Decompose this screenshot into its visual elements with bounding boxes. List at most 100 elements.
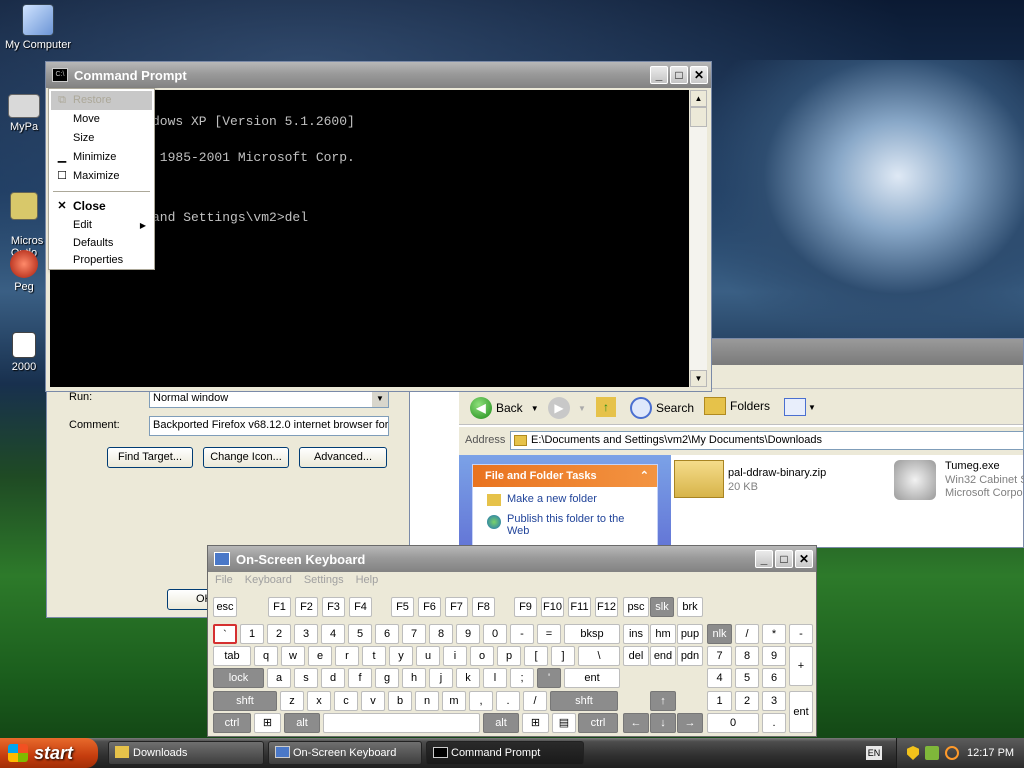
scroll-down-icon[interactable]: ▼ [690, 370, 707, 387]
osk-key[interactable]: alt [483, 713, 519, 733]
find-target-button[interactable]: Find Target... [107, 447, 193, 468]
security-shield-icon[interactable] [907, 746, 919, 760]
osk-key[interactable]: * [762, 624, 786, 644]
osk-key[interactable]: o [470, 646, 494, 666]
osk-key[interactable]: . [496, 691, 520, 711]
osk-key[interactable]: pdn [677, 646, 703, 666]
dropdown-arrow-icon[interactable]: ▼ [372, 390, 388, 407]
osk-titlebar[interactable]: On-Screen Keyboard _ □ ✕ [208, 546, 816, 572]
osk-key[interactable]: t [362, 646, 386, 666]
osk-key[interactable]: i [443, 646, 467, 666]
osk-key[interactable]: ⊞ [522, 713, 549, 733]
osk-key[interactable]: j [429, 668, 453, 688]
osk-key[interactable]: esc [213, 597, 237, 617]
osk-key[interactable]: 6 [762, 668, 786, 688]
scroll-thumb[interactable] [690, 107, 707, 127]
osk-key[interactable]: [ [524, 646, 548, 666]
osk-key[interactable]: brk [677, 597, 703, 617]
osk-key[interactable]: 7 [707, 646, 732, 666]
search-button[interactable]: Search [630, 397, 694, 419]
osk-key[interactable]: F1 [268, 597, 291, 617]
osk-key[interactable]: w [281, 646, 305, 666]
maximize-button[interactable]: □ [670, 66, 688, 84]
desktop-icon-my-computer[interactable]: My Computer [1, 4, 75, 51]
zip-file-name[interactable]: pal-ddraw-binary.zip [728, 467, 826, 479]
osk-key[interactable]: F11 [568, 597, 591, 617]
desktop-icon-outlook[interactable]: Micros Outlo [0, 168, 48, 259]
system-menu[interactable]: ⧉ Restore Move Size ▁ Minimize ☐ Maximize ✕… [48, 88, 155, 270]
osk-key[interactable]: shft [213, 691, 277, 711]
address-field[interactable]: E:\Documents and Settings\vm2\My Documen… [510, 431, 1024, 450]
osk-key[interactable]: 0 [707, 713, 759, 733]
osk-key[interactable]: 1 [707, 691, 732, 711]
osk-key[interactable]: ⊞ [254, 713, 281, 733]
osk-key[interactable]: k [456, 668, 480, 688]
advanced-button[interactable]: Advanced... [299, 447, 387, 468]
osk-key[interactable]: \ [578, 646, 620, 666]
osk-key[interactable]: v [361, 691, 385, 711]
osk-key[interactable]: ctrl [578, 713, 618, 733]
osk-key[interactable]: ↓ [650, 713, 676, 733]
osk-key[interactable]: , [469, 691, 493, 711]
minimize-button[interactable]: _ [755, 550, 773, 568]
osk-key[interactable]: y [389, 646, 413, 666]
taskbar-item-cmd[interactable]: Command Prompt [426, 741, 584, 765]
exe-file-icon[interactable] [894, 460, 936, 500]
osk-key[interactable]: ctrl [213, 713, 251, 733]
osk-key[interactable]: F7 [445, 597, 468, 617]
menu-help[interactable]: Help [356, 574, 379, 586]
desktop-icon-mypa[interactable]: MyPa [0, 94, 48, 133]
taskbar-item-osk[interactable]: On-Screen Keyboard [268, 741, 422, 765]
osk-key[interactable]: F8 [472, 597, 495, 617]
osk-key[interactable]: ; [510, 668, 534, 688]
osk-key[interactable]: lock [213, 668, 264, 688]
osk-key[interactable]: - [789, 624, 813, 644]
osk-key[interactable]: ent [789, 691, 813, 733]
close-button[interactable]: ✕ [795, 550, 813, 568]
osk-key[interactable]: x [307, 691, 331, 711]
osk-key[interactable]: 4 [321, 624, 345, 644]
menu-settings[interactable]: Settings [304, 574, 344, 586]
tasks-header[interactable]: File and Folder Tasks ⌃ [473, 465, 657, 487]
menu-item-minimize[interactable]: ▁ Minimize [51, 148, 152, 167]
osk-key[interactable]: g [375, 668, 399, 688]
osk-key[interactable]: hm [650, 624, 676, 644]
osk-key[interactable]: . [762, 713, 786, 733]
cmd-app-icon[interactable]: C:\ [52, 68, 68, 82]
osk-key[interactable]: 0 [483, 624, 507, 644]
osk-key[interactable]: psc [623, 597, 649, 617]
minimize-button[interactable]: _ [650, 66, 668, 84]
zip-file-icon[interactable] [674, 460, 724, 498]
osk-key[interactable]: F9 [514, 597, 537, 617]
menu-item-size[interactable]: Size [51, 129, 152, 148]
forward-button[interactable]: ▶ ▼ [548, 397, 586, 419]
osk-key[interactable]: 5 [735, 668, 759, 688]
osk-key[interactable]: f [348, 668, 372, 688]
osk-key-space[interactable] [323, 713, 480, 733]
osk-key[interactable]: alt [284, 713, 320, 733]
osk-key[interactable]: ' [537, 668, 561, 688]
make-new-folder-link[interactable]: Make a new folder [507, 493, 651, 505]
exe-file-name[interactable]: Tumeg.exe [945, 460, 1000, 472]
osk-key[interactable]: 4 [707, 668, 732, 688]
comment-field[interactable]: Backported Firefox v68.12.0 internet bro… [149, 416, 389, 436]
osk-key[interactable]: n [415, 691, 439, 711]
osk-key[interactable]: 7 [402, 624, 426, 644]
menu-item-properties[interactable]: Properties [51, 252, 152, 269]
osk-key[interactable]: end [650, 646, 676, 666]
menu-item-edit[interactable]: Edit ▶ [51, 216, 152, 235]
menu-file[interactable]: File [215, 574, 233, 586]
osk-key[interactable]: d [321, 668, 345, 688]
osk-key[interactable]: F2 [295, 597, 318, 617]
osk-key[interactable]: pup [677, 624, 703, 644]
osk-key[interactable]: 2 [735, 691, 759, 711]
chevron-down-icon[interactable]: ▼ [531, 404, 539, 413]
osk-key[interactable]: 9 [762, 646, 786, 666]
osk-key[interactable]: bksp [564, 624, 620, 644]
osk-key[interactable]: tab [213, 646, 251, 666]
osk-key[interactable]: - [510, 624, 534, 644]
menu-item-move[interactable]: Move [51, 110, 152, 129]
osk-key[interactable]: h [402, 668, 426, 688]
osk-key[interactable]: ← [623, 713, 649, 733]
osk-key[interactable]: + [789, 646, 813, 686]
